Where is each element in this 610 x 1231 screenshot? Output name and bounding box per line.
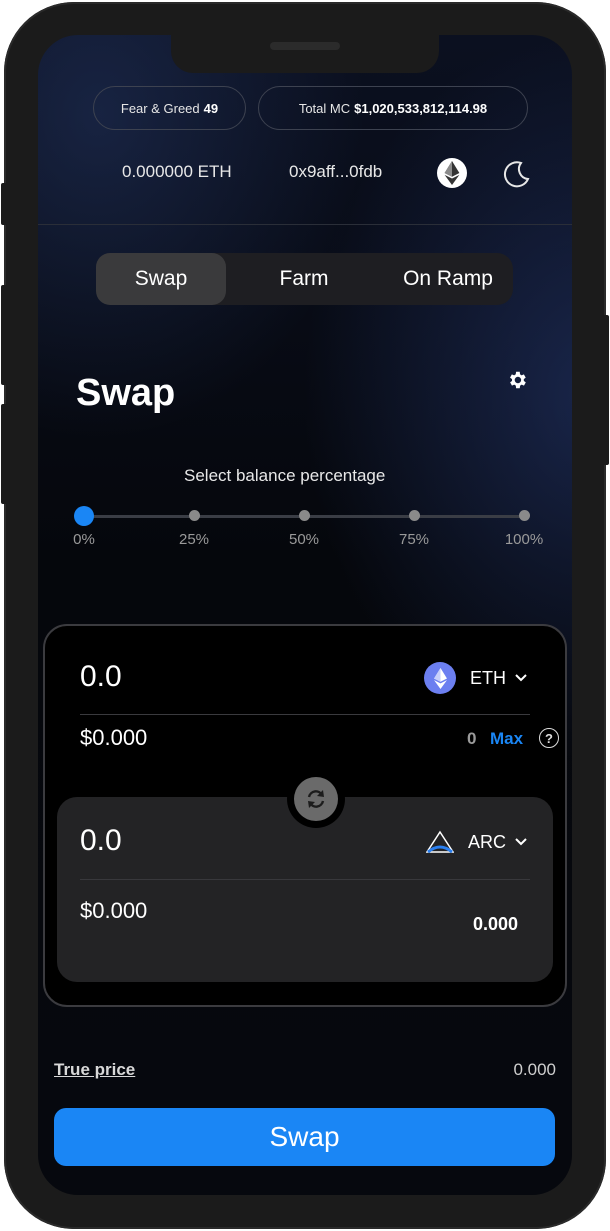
tab-on-ramp[interactable]: On Ramp (383, 253, 513, 305)
from-token-symbol: ETH (470, 667, 506, 688)
swap-direction-button[interactable] (287, 770, 345, 828)
wallet-address[interactable]: 0x9aff...0fdb (289, 162, 382, 182)
chevron-down-icon (515, 838, 527, 846)
slider-label: Select balance percentage (184, 466, 386, 485)
swap-button[interactable]: Swap (54, 1108, 555, 1166)
slider-stop[interactable] (189, 510, 200, 521)
chevron-down-icon (515, 674, 527, 682)
true-price-label[interactable]: True price (54, 1060, 135, 1080)
speaker (270, 42, 340, 50)
slider-stop-label: 25% (178, 531, 210, 548)
fear-greed-value: 49 (203, 100, 219, 116)
slider-stop[interactable] (299, 510, 310, 521)
total-mc-label: Total MC (298, 100, 351, 116)
gear-icon[interactable] (505, 368, 529, 392)
to-amount-input[interactable]: 0.0 (80, 824, 122, 858)
app-screen (38, 35, 572, 1195)
side-button (1, 285, 7, 385)
from-usd-value: $0.000 (80, 725, 148, 750)
to-token-symbol: ARC (468, 831, 507, 852)
to-token-selector[interactable]: ARC (426, 830, 528, 854)
to-usd-value: $0.000 (80, 898, 148, 923)
slider-stop-label: 0% (73, 531, 95, 548)
from-divider (80, 714, 530, 715)
help-icon[interactable]: ? (539, 728, 559, 748)
from-token-selector[interactable]: ETH (424, 662, 528, 694)
slider-stop-label: 100% (504, 531, 544, 548)
slider-stop-label: 50% (288, 531, 320, 548)
swap-arrows-icon (294, 777, 338, 821)
slider-stop-label: 75% (398, 531, 430, 548)
to-balance: 0.000 (473, 914, 519, 934)
arc-token-icon (426, 830, 454, 854)
fear-greed-badge[interactable]: Fear & Greed 49 (93, 86, 246, 130)
fear-greed-label: Fear & Greed (120, 100, 200, 116)
notch (171, 35, 439, 73)
from-amount-input[interactable]: 0.0 (80, 660, 122, 694)
header-divider (38, 224, 572, 225)
total-mc-badge[interactable]: Total MC $1,020,533,812,114.98 (258, 86, 528, 130)
slider-stop[interactable] (519, 510, 530, 521)
slider-stop[interactable] (409, 510, 420, 521)
tab-farm[interactable]: Farm (239, 253, 369, 305)
total-mc-value: $1,020,533,812,114.98 (354, 100, 488, 116)
side-button (1, 404, 7, 504)
tab-bar: Swap Farm On Ramp (96, 253, 513, 305)
side-button (603, 315, 609, 465)
tab-swap[interactable]: Swap (96, 253, 226, 305)
max-button[interactable]: Max (490, 729, 523, 749)
moon-icon[interactable] (500, 158, 532, 190)
from-balance: 0 (467, 729, 477, 748)
slider-handle[interactable] (74, 506, 94, 526)
side-button (1, 183, 7, 225)
eth-token-icon (424, 662, 456, 694)
wallet-balance: 0.000000 ETH (122, 162, 232, 181)
page-title: Swap (76, 372, 176, 414)
to-divider (80, 879, 530, 880)
true-price-value: 0.000 (513, 1060, 556, 1079)
ethereum-network-icon[interactable] (437, 158, 467, 188)
